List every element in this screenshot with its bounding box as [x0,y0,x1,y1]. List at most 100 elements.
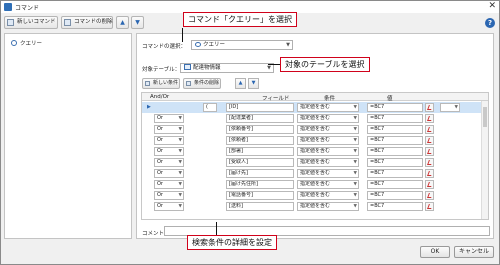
condition-cell[interactable]: 指定値を含む ▼ [297,125,359,134]
value-cell[interactable]: =BC7 [367,191,423,200]
andor-cell[interactable]: Or ▼ [154,136,184,145]
target-table-dropdown[interactable]: 配達物情報 ▼ [180,63,274,73]
chevron-down-icon: ▼ [353,116,357,121]
andor-text: Or [157,170,163,176]
header-field: フィールド [262,96,290,102]
condition-cell[interactable]: 指定値を含む ▼ [297,158,359,167]
move-up-button[interactable]: ▲ [116,16,129,29]
condition-text: 指定値を含む [300,104,331,110]
edit-value-icon[interactable] [425,136,434,145]
command-select-dropdown[interactable]: クエリー ▼ [191,40,293,50]
value-cell[interactable]: =BC7 [367,114,423,123]
value-cell[interactable]: =BC7 [367,147,423,156]
close-icon[interactable]: ✕ [488,1,496,11]
cancel-button[interactable]: キャンセル [454,246,494,258]
condition-text: 指定値を含む [300,126,331,132]
andor-cell[interactable]: Or ▼ [154,180,184,189]
search-icon [11,40,17,46]
edit-value-icon[interactable] [425,180,434,189]
delete-condition-button[interactable]: 条件の削除 [183,78,221,89]
edit-value-icon[interactable] [425,103,434,112]
move-down-button[interactable]: ▼ [131,16,144,29]
sidebar-item-query[interactable]: クエリー [11,39,42,47]
table-row[interactable]: Or ▼ [送料] 指定値を含む ▼ =BC7 [142,201,488,212]
new-command-label: 新しいコマンド [17,19,56,25]
table-row[interactable]: Or ▼ [電話番号] 指定値を含む ▼ =BC7 [142,190,488,201]
andor-text: Or [157,181,163,187]
condition-cell[interactable]: 指定値を含む ▼ [297,202,359,211]
edit-value-icon[interactable] [425,147,434,156]
table-row[interactable]: Or ▼ [依頼番号] 指定値を含む ▼ =BC7 [142,124,488,135]
field-cell[interactable]: [依頼番号] [226,125,294,134]
table-row[interactable]: Or ▼ [配達業者] 指定値を含む ▼ =BC7 [142,113,488,124]
table-row[interactable]: Or ▼ [依頼者] 指定値を含む ▼ =BC7 [142,135,488,146]
ok-button[interactable]: OK [420,246,450,258]
paren-close-cell[interactable]: ▼ [440,103,460,112]
callout-select-table: 対象のテーブルを選択 [280,57,370,72]
grid-scrollbar[interactable] [481,101,488,219]
edit-value-icon[interactable] [425,169,434,178]
chevron-down-icon: ▼ [267,65,271,71]
edit-value-icon[interactable] [425,202,434,211]
andor-cell[interactable]: Or ▼ [154,169,184,178]
field-cell[interactable]: [送料] [226,202,294,211]
value-cell[interactable]: =BC7 [367,103,423,112]
condition-cell[interactable]: 指定値を含む ▼ [297,147,359,156]
field-cell[interactable]: [配達業者] [226,114,294,123]
table-row[interactable]: Or ▼ [届け先住所] 指定値を含む ▼ =BC7 [142,179,488,190]
condition-cell[interactable]: 指定値を含む ▼ [297,169,359,178]
condition-cell[interactable]: 指定値を含む ▼ [297,103,359,112]
andor-cell[interactable]: Or ▼ [154,191,184,200]
header-condition: 条件 [324,96,336,102]
edit-value-icon[interactable] [425,158,434,167]
field-cell[interactable]: [部署] [226,147,294,156]
value-cell[interactable]: =BC7 [367,180,423,189]
condition-cell[interactable]: 指定値を含む ▼ [297,114,359,123]
value-cell[interactable]: =BC7 [367,169,423,178]
value-cell[interactable]: =BC7 [367,202,423,211]
field-cell[interactable]: [届け先] [226,169,294,178]
table-row[interactable]: Or ▼ [部署] 指定値を含む ▼ =BC7 [142,146,488,157]
delete-command-button[interactable]: コマンドの削除 [61,16,113,29]
condition-cell[interactable]: 指定値を含む ▼ [297,136,359,145]
condition-up-button[interactable]: ▲ [235,78,246,89]
chevron-down-icon: ▼ [353,138,357,143]
field-cell[interactable]: [受取人] [226,158,294,167]
field-cell[interactable]: [届け先住所] [226,180,294,189]
andor-cell[interactable]: Or ▼ [154,158,184,167]
condition-down-button[interactable]: ▼ [248,78,259,89]
edit-value-icon[interactable] [425,125,434,134]
new-condition-button[interactable]: 新しい条件 [142,78,180,89]
edit-value-icon[interactable] [425,191,434,200]
value-cell[interactable]: =BC7 [367,136,423,145]
andor-text: Or [157,137,163,143]
condition-text: 指定値を含む [300,170,331,176]
condition-cell[interactable]: 指定値を含む ▼ [297,191,359,200]
new-condition-icon [145,81,150,86]
field-cell[interactable]: [依頼者] [226,136,294,145]
condition-cell[interactable]: 指定値を含む ▼ [297,180,359,189]
paren-open-cell[interactable]: ( [203,103,217,112]
chevron-down-icon: ▼ [178,127,182,132]
scrollbar-thumb[interactable] [483,107,487,127]
help-icon[interactable]: ? [485,18,495,28]
andor-cell[interactable]: Or ▼ [154,202,184,211]
field-cell[interactable]: [ID] [226,103,294,112]
header-andor: And/Or [150,94,170,100]
new-command-icon [7,19,14,26]
command-select-value: クエリー [203,42,226,48]
table-row[interactable]: ▶ ( [ID] 指定値を含む ▼ =BC7 ▼ [142,102,488,113]
andor-cell[interactable]: Or ▼ [154,125,184,134]
condition-text: 指定値を含む [300,203,331,209]
chevron-down-icon: ▼ [178,116,182,121]
value-cell[interactable]: =BC7 [367,125,423,134]
new-command-button[interactable]: 新しいコマンド [4,16,58,29]
andor-cell[interactable]: Or ▼ [154,114,184,123]
value-cell[interactable]: =BC7 [367,158,423,167]
andor-cell[interactable]: Or ▼ [154,147,184,156]
edit-value-icon[interactable] [425,114,434,123]
chevron-down-icon: ▼ [353,149,357,154]
table-row[interactable]: Or ▼ [届け先] 指定値を含む ▼ =BC7 [142,168,488,179]
field-cell[interactable]: [電話番号] [226,191,294,200]
table-row[interactable]: Or ▼ [受取人] 指定値を含む ▼ =BC7 [142,157,488,168]
